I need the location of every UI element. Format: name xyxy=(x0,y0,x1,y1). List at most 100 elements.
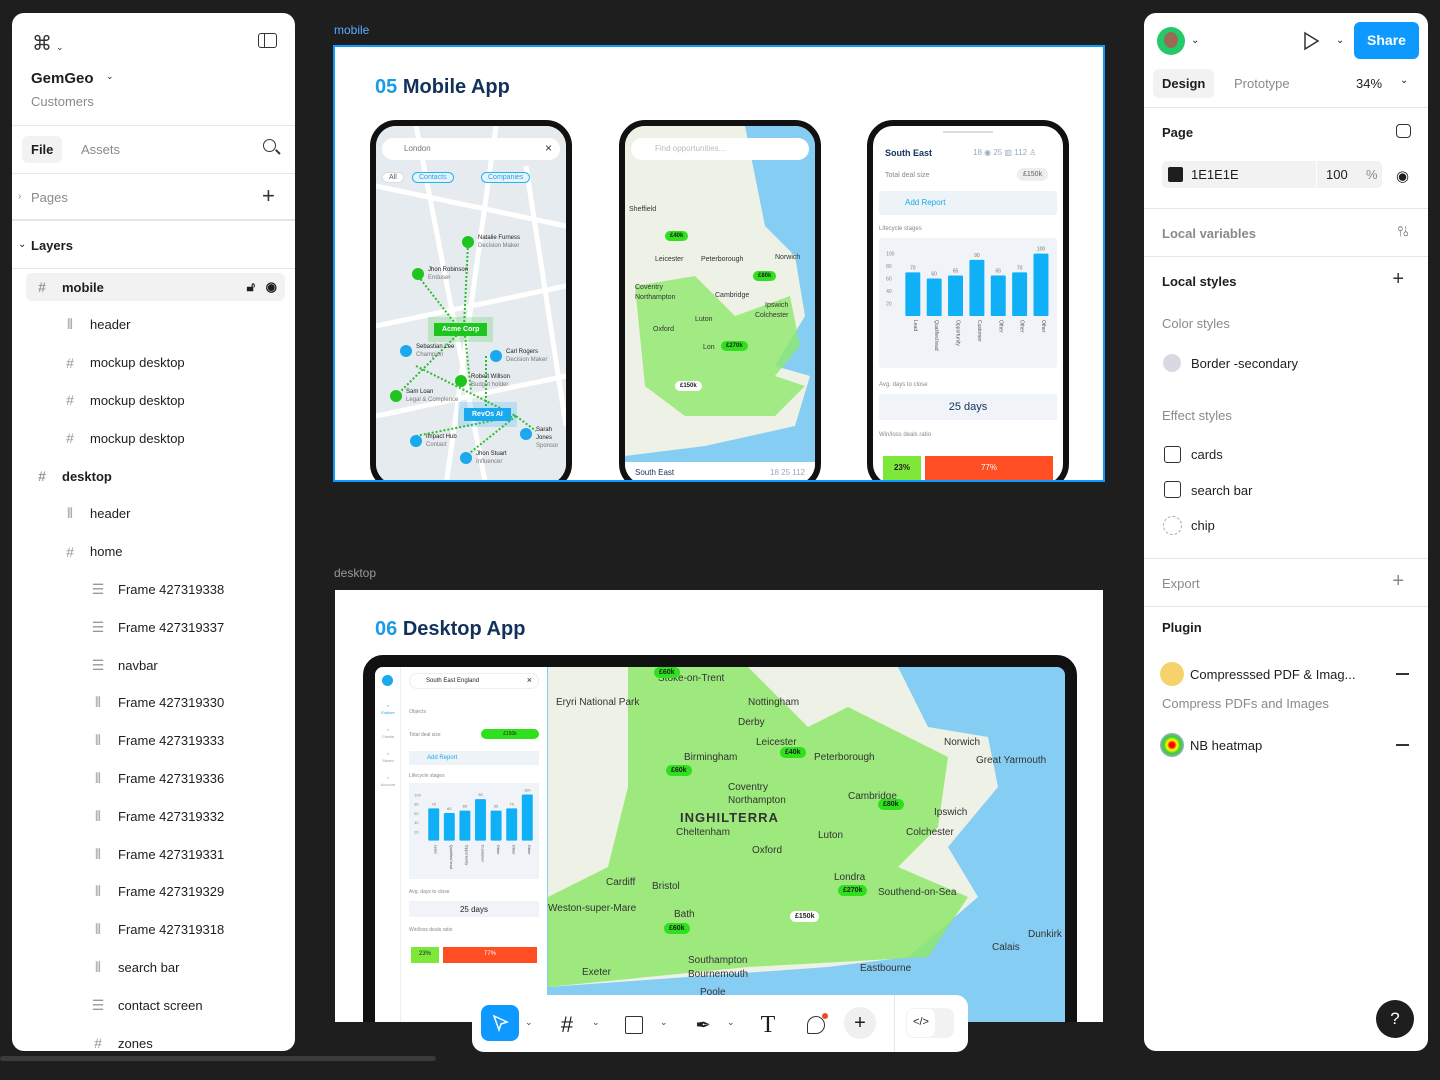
tab-prototype[interactable]: Prototype xyxy=(1234,76,1290,91)
layer-item[interactable]: # zones xyxy=(12,1025,295,1051)
layer-item[interactable]: ⦀ header xyxy=(12,307,295,343)
contact-pin-icon[interactable] xyxy=(390,390,402,402)
plugin-name[interactable]: NB heatmap xyxy=(1190,738,1262,753)
layer-item[interactable]: # home xyxy=(12,534,295,570)
add-report-button[interactable]: Add Report xyxy=(409,751,539,765)
styles-icon[interactable] xyxy=(1396,124,1411,138)
layer-item[interactable]: # mockup desktop xyxy=(12,382,295,418)
chevron-down-icon[interactable]: ⌄ xyxy=(592,1017,600,1028)
effect-style-item[interactable]: search bar xyxy=(1191,483,1252,498)
text-tool[interactable]: T xyxy=(749,1007,787,1043)
company-marker[interactable]: Acme Corp xyxy=(427,317,494,342)
tab-design[interactable]: Design xyxy=(1153,69,1215,98)
project-name[interactable]: GemGeo xyxy=(31,70,94,87)
contact-pin-icon[interactable] xyxy=(410,435,422,447)
deal-badge[interactable]: £40k xyxy=(780,747,806,758)
play-icon[interactable] xyxy=(1302,31,1320,51)
zoom-level[interactable]: 34% xyxy=(1356,76,1382,91)
contact-pin-icon[interactable] xyxy=(460,452,472,464)
add-style-icon[interactable]: + xyxy=(1392,268,1404,291)
deal-badge[interactable]: £60k xyxy=(666,765,692,776)
page-opacity[interactable]: 100 xyxy=(1326,167,1348,182)
page-color-field[interactable]: 1E1E1E 100 % xyxy=(1162,161,1382,188)
eye-icon[interactable]: ◉ xyxy=(266,279,277,295)
map-search-bar[interactable]: London × xyxy=(382,138,560,160)
horizontal-scrollbar[interactable] xyxy=(0,1056,436,1061)
frame-label-mobile[interactable]: mobile xyxy=(334,23,369,37)
eye-icon[interactable]: ◉ xyxy=(1396,167,1409,185)
company-marker[interactable]: RevOs AI xyxy=(458,402,517,427)
add-tool[interactable]: + xyxy=(844,1007,876,1039)
nav-item[interactable]: ◦ Create xyxy=(375,727,401,739)
layer-item[interactable]: ☰ Frame 427319337 xyxy=(12,609,295,645)
chevron-down-icon[interactable]: ⌄ xyxy=(525,1017,533,1028)
add-page-icon[interactable]: + xyxy=(262,183,275,209)
frame-tool[interactable]: # xyxy=(548,1007,586,1043)
frame-label-desktop[interactable]: desktop xyxy=(334,566,376,580)
contact-pin-icon[interactable] xyxy=(400,345,412,357)
effect-style-item[interactable]: cards xyxy=(1191,447,1223,462)
contact-pin-icon[interactable] xyxy=(462,236,474,248)
layer-item[interactable]: ⦀ search bar xyxy=(12,949,295,985)
deal-badge[interactable]: £270k xyxy=(838,885,868,896)
deal-badge[interactable]: £80k xyxy=(878,799,904,810)
deal-badge[interactable]: £270k xyxy=(721,341,748,351)
chevron-down-icon[interactable]: ⌄ xyxy=(18,239,26,250)
color-style-item[interactable]: Border -secondary xyxy=(1191,356,1298,371)
close-icon[interactable]: × xyxy=(545,141,552,155)
comment-tool[interactable] xyxy=(797,1007,835,1043)
chevron-down-icon[interactable]: ⌄ xyxy=(1400,75,1408,86)
layer-item[interactable]: ☰ Frame 427319338 xyxy=(12,571,295,607)
mobile-frame[interactable]: 05 Mobile App London × All Contacts Compa… xyxy=(333,45,1105,482)
layer-item[interactable]: # desktop xyxy=(12,458,295,494)
rectangle-tool[interactable] xyxy=(615,1007,653,1043)
contact-pin-icon[interactable] xyxy=(520,428,532,440)
page-color-hex[interactable]: 1E1E1E xyxy=(1191,167,1239,182)
share-button[interactable]: Share xyxy=(1354,22,1419,59)
deal-badge[interactable]: £60k xyxy=(664,923,690,934)
layer-item[interactable]: ⦀ Frame 427319318 xyxy=(12,912,295,948)
layer-item[interactable]: ⦀ Frame 427319336 xyxy=(12,760,295,796)
dev-mode-toggle[interactable]: </> xyxy=(906,1008,954,1038)
chevron-down-icon[interactable]: ⌄ xyxy=(727,1017,735,1028)
pen-tool[interactable]: ✒ xyxy=(684,1007,722,1043)
deal-badge[interactable]: £80k xyxy=(753,271,777,281)
remove-plugin-icon[interactable] xyxy=(1396,744,1409,746)
pages-label[interactable]: Pages xyxy=(31,190,68,205)
color-swatch[interactable] xyxy=(1168,167,1183,182)
export-title[interactable]: Export xyxy=(1162,576,1200,591)
tab-assets[interactable]: Assets xyxy=(81,142,120,157)
chip-all[interactable]: All xyxy=(382,172,404,183)
plugin-name[interactable]: Compresssed PDF & Imag... xyxy=(1190,667,1355,682)
deal-badge[interactable]: £150k xyxy=(675,381,702,391)
contact-pin-icon[interactable] xyxy=(455,375,467,387)
help-button[interactable]: ? xyxy=(1376,1000,1414,1038)
sliders-icon[interactable]: ⫯⫰ xyxy=(1397,223,1409,240)
layer-item[interactable]: ⦀ Frame 427319332 xyxy=(12,798,295,834)
chip-contacts[interactable]: Contacts xyxy=(412,172,454,183)
contact-pin-icon[interactable] xyxy=(490,350,502,362)
sidebar-toggle-icon[interactable] xyxy=(258,33,277,48)
layer-item[interactable]: ☰ navbar xyxy=(12,647,295,683)
layer-item[interactable]: # mockup desktop xyxy=(12,345,295,381)
effect-style-item[interactable]: chip xyxy=(1191,518,1215,533)
layer-item[interactable]: ☰ contact screen xyxy=(12,987,295,1023)
layer-item[interactable]: ⦀ header xyxy=(12,496,295,532)
layer-item[interactable]: # mobile 🔓︎ ◉ xyxy=(26,273,285,301)
avatar[interactable] xyxy=(1157,27,1185,55)
region-sheet[interactable]: South East 18 25 112 xyxy=(625,462,815,480)
figma-logo-icon[interactable]: ⌘ ⌄ xyxy=(32,31,64,56)
add-report-button[interactable]: Add Report xyxy=(879,191,1057,215)
search-icon[interactable] xyxy=(263,139,281,155)
layer-item[interactable]: ⦀ Frame 427319331 xyxy=(12,836,295,872)
deal-badge[interactable]: £150k xyxy=(790,911,820,922)
region-search[interactable]: South East England × xyxy=(409,673,539,689)
local-variables[interactable]: Local variables xyxy=(1162,226,1256,241)
opportunities-search[interactable]: Find opportunities... xyxy=(631,138,809,160)
nav-item[interactable]: ◦ Saved xyxy=(375,751,401,763)
add-export-icon[interactable]: + xyxy=(1392,570,1404,593)
deal-badge[interactable]: £40k xyxy=(665,231,689,241)
deal-badge[interactable]: £60k xyxy=(654,667,680,678)
lock-icon[interactable]: 🔓︎ xyxy=(247,279,255,295)
chevron-down-icon[interactable]: ⌄ xyxy=(56,42,64,52)
